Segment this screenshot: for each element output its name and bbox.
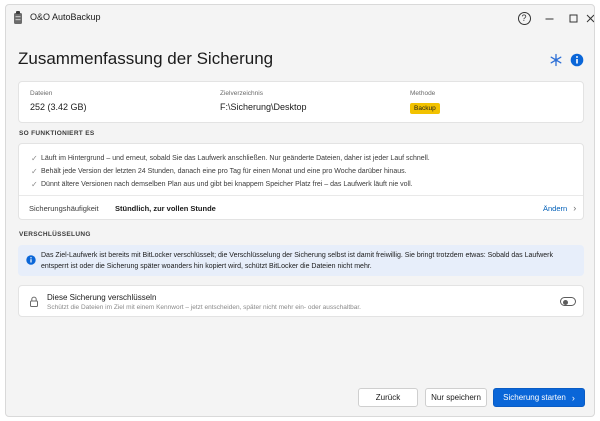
app-logo-icon	[14, 11, 22, 24]
target-summary: Zielverzeichnis F:\Sicherung\Desktop	[220, 90, 307, 112]
encryption-info-bar: Das Ziel-Laufwerk ist bereits mit BitLoc…	[18, 245, 584, 276]
encryption-info-text: Das Ziel-Laufwerk ist bereits mit BitLoc…	[41, 252, 553, 270]
back-button[interactable]: Zurück	[358, 388, 418, 407]
start-backup-button[interactable]: Sicherung starten ›	[493, 388, 585, 407]
app-window: O&O AutoBackup ? Zusammenfassung der Sic…	[5, 4, 595, 417]
how-it-works-heading: SO FUNKTIONIERT ES	[19, 130, 95, 137]
method-summary: Methode Backup	[410, 90, 440, 115]
list-item: ✓ Läuft im Hintergrund – und erneut, sob…	[31, 154, 430, 163]
target-value: F:\Sicherung\Desktop	[220, 102, 307, 112]
bullet-text: Läuft im Hintergrund – und erneut, sobal…	[41, 155, 430, 162]
change-link-label: Ändern	[543, 203, 568, 213]
check-icon: ✓	[31, 180, 38, 189]
change-frequency-link[interactable]: Ändern ›	[543, 203, 576, 213]
how-it-works-card: ✓ Läuft im Hintergrund – und erneut, sob…	[18, 143, 584, 220]
info-icon	[26, 255, 36, 265]
close-button[interactable]	[584, 5, 594, 32]
list-item: ✓ Behält jede Version der letzten 24 Stu…	[31, 167, 407, 176]
encrypt-toggle[interactable]	[560, 297, 576, 306]
chevron-right-icon: ›	[573, 203, 577, 213]
files-summary: Dateien 252 (3.42 GB)	[30, 90, 87, 112]
info-icon[interactable]	[570, 53, 584, 67]
encrypt-toggle-title: Diese Sicherung verschlüsseln	[47, 293, 157, 302]
minimize-icon	[545, 18, 553, 20]
target-label: Zielverzeichnis	[220, 90, 263, 97]
check-icon: ✓	[31, 167, 38, 176]
bullet-text: Dünnt ältere Versionen nach demselben Pl…	[41, 181, 413, 188]
summary-card: Dateien 252 (3.42 GB) Zielverzeichnis F:…	[18, 81, 584, 123]
divider	[19, 195, 583, 196]
title-bar: O&O AutoBackup ?	[6, 5, 594, 32]
encrypt-toggle-subtitle: Schützt die Dateien im Ziel mit einem Ke…	[47, 304, 361, 311]
close-icon	[586, 14, 594, 23]
maximize-button[interactable]	[560, 5, 586, 32]
frequency-value: Stündlich, zur vollen Stunde	[115, 204, 216, 213]
save-only-button[interactable]: Nur speichern	[425, 388, 487, 407]
files-label: Dateien	[30, 90, 53, 97]
start-backup-label: Sicherung starten	[503, 393, 566, 402]
list-item: ✓ Dünnt ältere Versionen nach demselben …	[31, 180, 413, 189]
lock-icon	[30, 296, 38, 307]
encryption-card: Diese Sicherung verschlüsseln Schützt di…	[18, 285, 584, 317]
window-title: O&O AutoBackup	[30, 12, 101, 22]
snowflake-icon[interactable]	[549, 53, 563, 67]
page-title: Zusammenfassung der Sicherung	[18, 49, 274, 68]
chevron-right-icon: ›	[571, 392, 575, 403]
bullet-text: Behält jede Version der letzten 24 Stund…	[41, 168, 407, 175]
minimize-button[interactable]	[536, 5, 562, 32]
check-icon: ✓	[31, 154, 38, 163]
help-icon: ?	[517, 12, 531, 25]
toggle-knob	[563, 299, 568, 305]
maximize-icon	[569, 14, 577, 23]
frequency-label: Sicherungshäufigkeit	[29, 204, 99, 213]
encryption-heading: VERSCHLÜSSELUNG	[19, 231, 91, 238]
files-value: 252 (3.42 GB)	[30, 102, 87, 112]
method-label: Methode	[410, 90, 436, 97]
method-badge: Backup	[410, 103, 440, 114]
help-button[interactable]: ?	[511, 5, 537, 32]
